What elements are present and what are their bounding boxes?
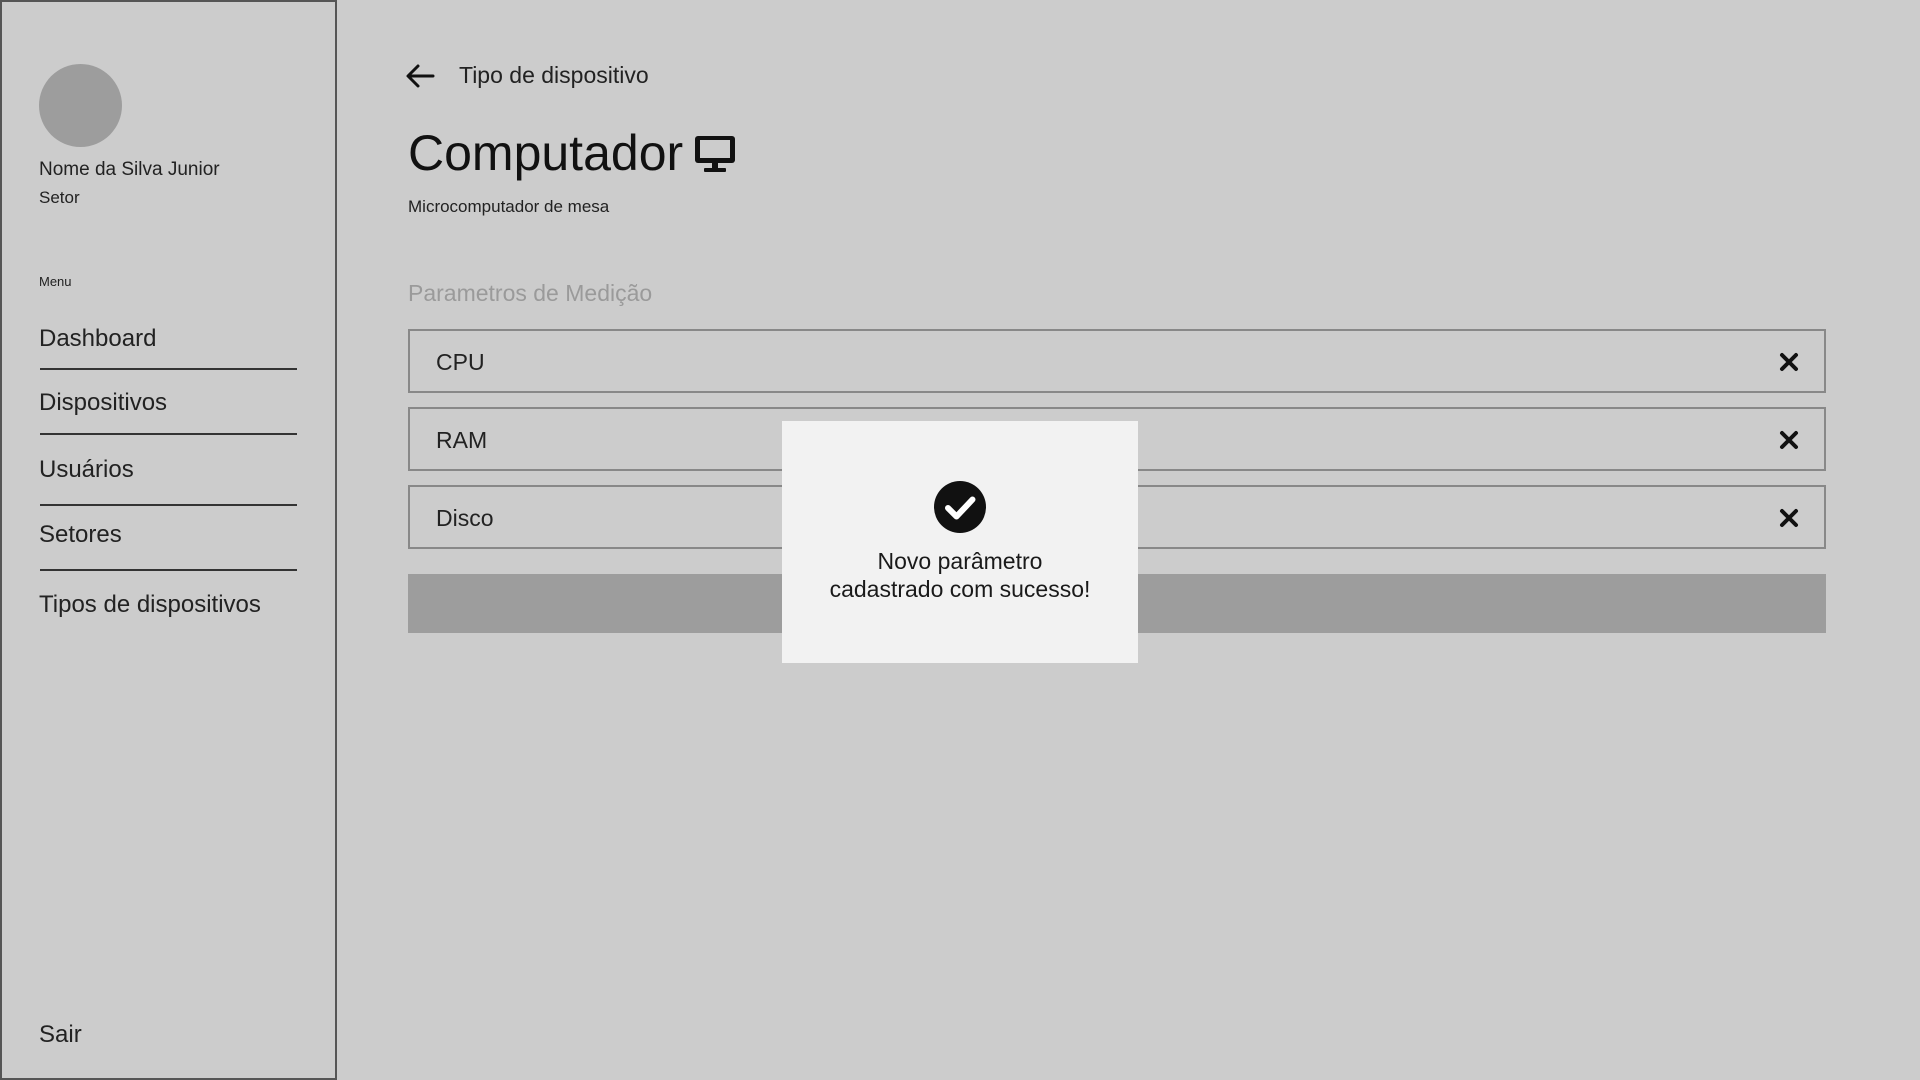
close-icon[interactable] <box>1778 351 1800 373</box>
back-arrow-icon[interactable] <box>405 62 435 90</box>
sidebar: Nome da Silva Junior Setor Menu Dashboar… <box>0 0 337 1080</box>
parameter-row-cpu: CPU <box>408 329 1826 393</box>
menu-divider <box>40 368 297 370</box>
sidebar-item-usuarios[interactable]: Usuários <box>39 456 297 484</box>
success-message-line-2: cadastrado com sucesso! <box>829 576 1091 602</box>
close-icon[interactable] <box>1778 507 1800 529</box>
avatar <box>39 64 122 147</box>
breadcrumb[interactable]: Tipo de dispositivo <box>459 62 649 89</box>
success-message: Novo parâmetro cadastrado com sucesso! <box>782 547 1138 603</box>
parameter-label: RAM <box>436 427 488 453</box>
sidebar-item-tipos-de-dispositivos[interactable]: Tipos de dispositivos <box>39 591 297 619</box>
check-circle-icon <box>934 481 986 533</box>
monitor-icon <box>695 136 735 172</box>
page-subtitle: Microcomputador de mesa <box>408 197 610 216</box>
success-modal: Novo parâmetro cadastrado com sucesso! <box>782 421 1138 663</box>
menu-heading: Menu <box>39 274 72 289</box>
close-icon[interactable] <box>1778 429 1800 451</box>
page-title: Computador <box>408 125 684 181</box>
menu-divider <box>40 504 297 506</box>
sidebar-item-setores[interactable]: Setores <box>39 521 297 549</box>
success-message-line-1: Novo parâmetro <box>877 548 1043 574</box>
parameter-label: Disco <box>436 505 494 531</box>
sidebar-item-dashboard[interactable]: Dashboard <box>39 325 297 353</box>
sidebar-item-dispositivos[interactable]: Dispositivos <box>39 389 297 417</box>
menu-divider <box>40 569 297 571</box>
logout-button[interactable]: Sair <box>39 1021 82 1049</box>
section-title: Parametros de Medição <box>408 280 653 306</box>
user-sector: Setor <box>39 188 80 207</box>
menu-divider <box>40 433 297 435</box>
parameter-label: CPU <box>436 349 485 375</box>
user-name: Nome da Silva Junior <box>39 159 220 180</box>
